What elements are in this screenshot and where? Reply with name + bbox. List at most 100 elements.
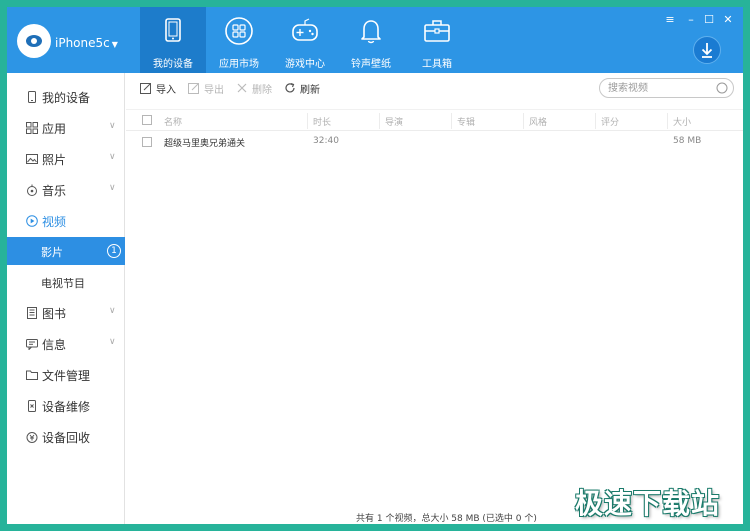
- tab-ringtone-wallpaper[interactable]: 铃声壁纸: [338, 7, 404, 73]
- sidebar-item-label: 音乐: [42, 184, 67, 198]
- folder-icon: [26, 370, 38, 380]
- column-header-duration[interactable]: 时长: [313, 115, 331, 128]
- menu-button[interactable]: ≡: [663, 13, 677, 27]
- delete-x-icon: [237, 83, 247, 93]
- column-header-rating[interactable]: 评分: [601, 115, 619, 128]
- refresh-icon: [285, 82, 295, 93]
- tab-label: 我的设备: [153, 59, 193, 70]
- chevron-down-icon: ∨: [109, 337, 116, 347]
- sidebar-item-label: 视频: [42, 215, 67, 229]
- phone-icon: [28, 91, 36, 103]
- toolbox-icon: [424, 20, 450, 42]
- table-header: 名称 时长 导演 专辑 风格 评分 大小: [126, 109, 743, 131]
- tab-label: 应用市场: [219, 59, 259, 70]
- export-label: 导出: [204, 85, 224, 96]
- column-separator: [379, 113, 380, 129]
- chevron-down-icon: ∨: [109, 183, 116, 193]
- tab-app-market[interactable]: 应用市场: [206, 7, 272, 73]
- sidebar-sub-movies[interactable]: 影片 1: [7, 237, 125, 265]
- chevron-down-icon: ∨: [109, 152, 116, 162]
- maximize-button[interactable]: ☐: [702, 13, 716, 27]
- top-header: iPhone5c ▼ 我的设备 应用市场 游戏中心 铃声壁纸 工具箱 ≡ – ☐…: [7, 7, 743, 73]
- sidebar-item-label: 信息: [42, 338, 67, 352]
- sidebar-item-device-recycle[interactable]: 设备回收: [7, 423, 125, 451]
- tab-label: 游戏中心: [285, 59, 325, 70]
- sidebar-item-my-device[interactable]: 我的设备: [7, 83, 125, 111]
- sidebar-item-label: 图书: [42, 307, 67, 321]
- column-separator: [523, 113, 524, 129]
- sidebar-item-label: 我的设备: [42, 91, 91, 105]
- tab-label: 铃声壁纸: [351, 59, 391, 70]
- column-header-album[interactable]: 专辑: [457, 115, 475, 128]
- sidebar-sub-label: 电视节目: [41, 277, 85, 290]
- column-header-director[interactable]: 导演: [385, 115, 403, 128]
- gamepad-icon: [292, 18, 318, 41]
- column-separator: [307, 113, 308, 129]
- book-icon: [27, 307, 37, 319]
- apps-icon: [26, 122, 38, 134]
- device-name-label: iPhone5c: [55, 36, 110, 50]
- sidebar-item-apps[interactable]: 应用 ∨: [7, 114, 125, 142]
- download-manager-button[interactable]: [693, 36, 721, 64]
- sidebar-item-label: 照片: [42, 153, 67, 167]
- chevron-down-icon: ∨: [109, 306, 116, 316]
- sidebar-item-label: 设备回收: [42, 431, 91, 445]
- sidebar-item-label: 文件管理: [42, 369, 91, 383]
- cell-name: 超级马里奥兄弟通关: [164, 139, 246, 149]
- download-icon: [701, 43, 713, 58]
- tab-label: 工具箱: [422, 59, 452, 70]
- repair-icon: [28, 400, 36, 412]
- tablet-icon: [165, 18, 181, 42]
- count-badge: 1: [107, 244, 121, 258]
- recycle-coin-icon: [26, 432, 38, 443]
- app-logo: [17, 24, 51, 58]
- sidebar: 我的设备 应用 ∨ 照片 ∨ 音乐 ∨ 视频 影片 1 电视节目 图书 ∨ 信息…: [7, 73, 125, 524]
- apps-grid-icon: [225, 17, 253, 45]
- sidebar-item-messages[interactable]: 信息 ∨: [7, 330, 125, 358]
- app-window: iPhone5c ▼ 我的设备 应用市场 游戏中心 铃声壁纸 工具箱 ≡ – ☐…: [7, 7, 743, 524]
- sidebar-item-file-manager[interactable]: 文件管理: [7, 361, 125, 389]
- column-header-name[interactable]: 名称: [164, 115, 182, 128]
- watermark: 极速下载站: [575, 487, 721, 520]
- column-separator: [451, 113, 452, 129]
- close-button[interactable]: ✕: [721, 13, 735, 27]
- main-panel: 导入 导出 删除 刷新 名称 时长: [126, 73, 743, 524]
- toolbar: 导入 导出 删除 刷新: [126, 73, 743, 103]
- column-header-size[interactable]: 大小: [673, 115, 691, 128]
- sidebar-item-label: 应用: [42, 122, 67, 136]
- table-row[interactable]: 超级马里奥兄弟通关 32:40 58 MB: [126, 131, 743, 153]
- message-icon: [26, 339, 38, 350]
- sidebar-sub-tv-shows[interactable]: 电视节目: [7, 268, 125, 296]
- tab-toolbox[interactable]: 工具箱: [404, 7, 470, 73]
- sidebar-sub-label: 影片: [41, 246, 63, 259]
- tab-my-device[interactable]: 我的设备: [140, 7, 206, 73]
- select-all-checkbox[interactable]: [142, 115, 152, 125]
- cell-size: 58 MB: [673, 136, 702, 146]
- music-icon: [27, 184, 37, 196]
- refresh-label: 刷新: [300, 85, 320, 96]
- search-icon[interactable]: [716, 82, 728, 94]
- sidebar-item-device-repair[interactable]: 设备维修: [7, 392, 125, 420]
- sidebar-item-books[interactable]: 图书 ∨: [7, 299, 125, 327]
- import-icon: [140, 83, 151, 94]
- photo-icon: [26, 154, 38, 164]
- column-separator: [667, 113, 668, 129]
- column-separator: [595, 113, 596, 129]
- import-label: 导入: [156, 85, 176, 96]
- device-selector[interactable]: iPhone5c ▼: [55, 36, 118, 50]
- row-checkbox[interactable]: [142, 137, 152, 147]
- status-bar: 共有 1 个视频，总大小 58 MB (已选中 0 个): [356, 514, 537, 524]
- search-input[interactable]: [608, 81, 708, 95]
- sidebar-item-label: 设备维修: [42, 400, 91, 414]
- minimize-button[interactable]: –: [684, 13, 698, 27]
- search-box: [599, 78, 734, 98]
- chevron-down-icon: ∨: [109, 121, 116, 131]
- column-header-genre[interactable]: 风格: [529, 115, 547, 128]
- export-icon: [188, 83, 199, 94]
- cell-duration: 32:40: [313, 136, 339, 146]
- sidebar-item-music[interactable]: 音乐 ∨: [7, 176, 125, 204]
- tab-game-center[interactable]: 游戏中心: [272, 7, 338, 73]
- sidebar-item-photos[interactable]: 照片 ∨: [7, 145, 125, 173]
- sidebar-item-video[interactable]: 视频: [7, 207, 125, 235]
- caret-down-icon: ▼: [111, 40, 118, 49]
